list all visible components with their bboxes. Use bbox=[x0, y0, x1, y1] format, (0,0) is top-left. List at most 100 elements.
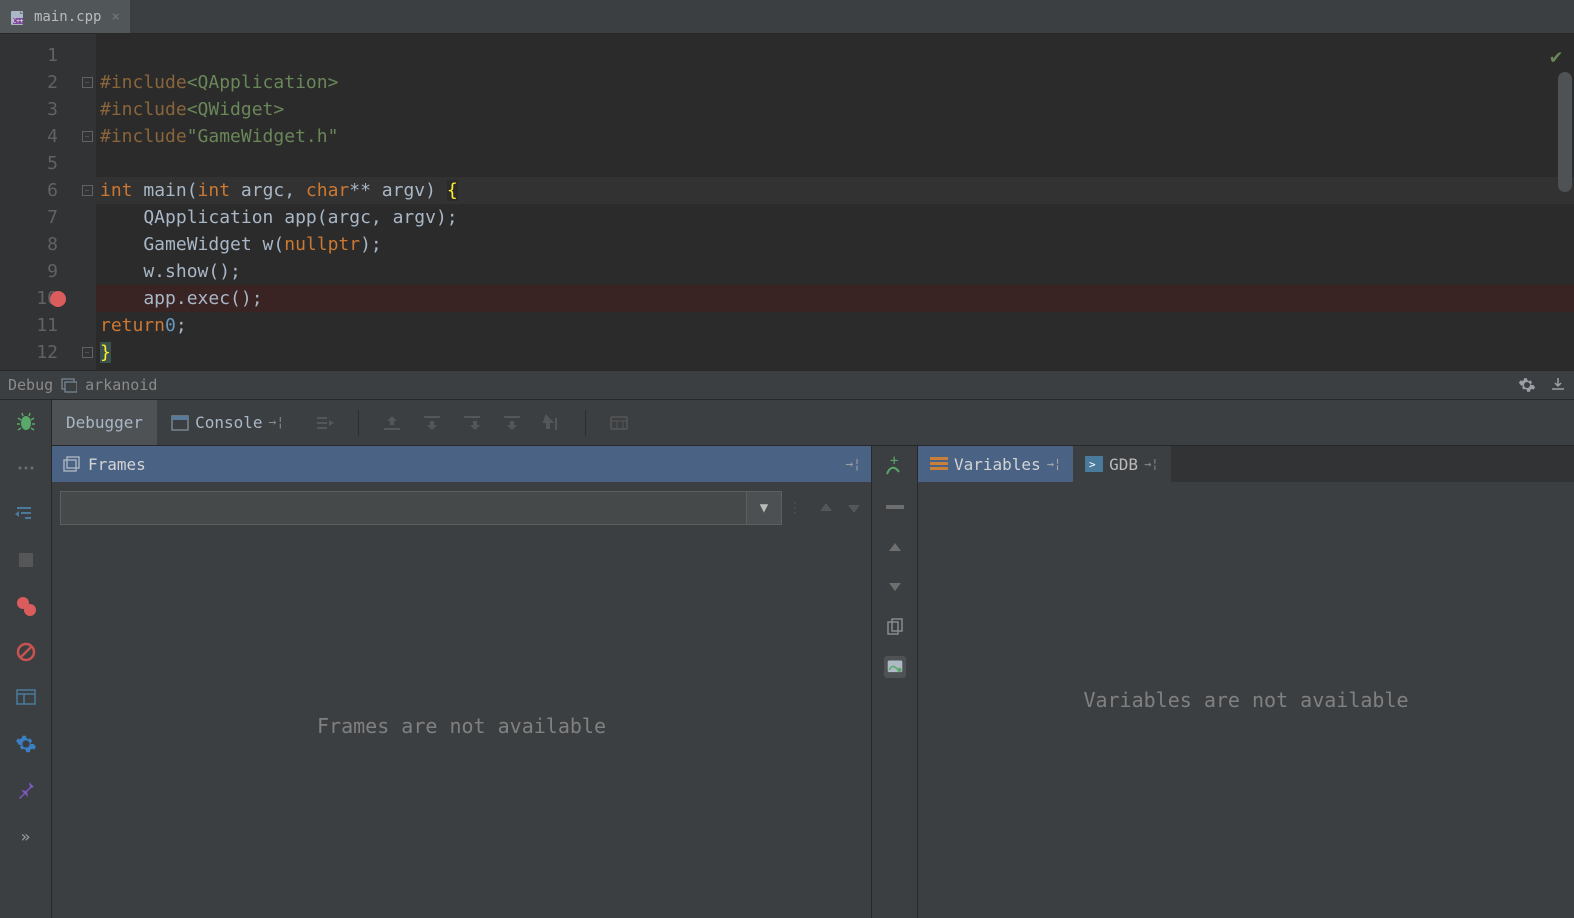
line-number[interactable]: 7 bbox=[0, 204, 78, 231]
debug-toolwindow-header: Debug arkanoid bbox=[0, 370, 1574, 400]
run-to-cursor-icon[interactable] bbox=[541, 412, 563, 434]
application-icon bbox=[61, 377, 77, 393]
code-line[interactable]: w.show(); bbox=[96, 258, 1574, 285]
line-number[interactable]: 9 bbox=[0, 258, 78, 285]
code-line[interactable]: int main(int argc, char** argv) { bbox=[96, 177, 1574, 204]
step-out-icon[interactable] bbox=[501, 412, 523, 434]
code-line[interactable]: } bbox=[96, 339, 1574, 366]
editor-tab-main-cpp[interactable]: C++ main.cpp × bbox=[0, 0, 130, 33]
code-line[interactable]: #include <QWidget> bbox=[96, 96, 1574, 123]
variables-toolbar: + bbox=[872, 446, 918, 918]
layout-icon[interactable] bbox=[14, 686, 38, 710]
mute-breakpoints-icon[interactable] bbox=[14, 640, 38, 664]
code-line[interactable] bbox=[96, 42, 1574, 69]
line-number[interactable]: 10 bbox=[0, 285, 78, 312]
gear-icon[interactable] bbox=[1518, 376, 1536, 394]
vertical-scrollbar[interactable] bbox=[1558, 72, 1572, 192]
tab-console[interactable]: Console →¦ bbox=[157, 400, 298, 445]
close-icon[interactable]: × bbox=[107, 9, 119, 25]
tab-variables[interactable]: Variables →¦ bbox=[918, 446, 1073, 482]
add-watch-icon[interactable]: + bbox=[884, 456, 906, 478]
settings-gear-icon[interactable] bbox=[14, 732, 38, 756]
debug-step-toolbar bbox=[298, 410, 630, 436]
fold-marker[interactable]: − bbox=[78, 177, 96, 204]
code-editor[interactable]: 123456789101112 −−−− #include <QApplicat… bbox=[0, 34, 1574, 370]
breakpoints-icon[interactable] bbox=[14, 594, 38, 618]
fold-marker bbox=[78, 42, 96, 69]
tab-debugger[interactable]: Debugger bbox=[52, 400, 157, 445]
show-execution-point-icon[interactable] bbox=[314, 412, 336, 434]
remove-watch-icon[interactable] bbox=[884, 496, 906, 518]
line-number[interactable]: 2 bbox=[0, 69, 78, 96]
thread-input[interactable] bbox=[60, 491, 746, 525]
line-number[interactable]: 5 bbox=[0, 150, 78, 177]
evaluate-expression-icon[interactable] bbox=[608, 412, 630, 434]
fold-marker bbox=[78, 231, 96, 258]
thread-selector[interactable]: ▼ bbox=[60, 491, 782, 525]
step-over-icon[interactable] bbox=[381, 412, 403, 434]
watch-up-icon[interactable] bbox=[884, 536, 906, 558]
step-indent-icon[interactable] bbox=[14, 502, 38, 526]
code-content[interactable]: #include <QApplication>#include <QWidget… bbox=[96, 34, 1574, 370]
detach-icon: →¦ bbox=[1047, 457, 1061, 471]
force-step-into-icon[interactable] bbox=[461, 412, 483, 434]
dotted-separator: ⋮ bbox=[788, 500, 801, 516]
watch-down-icon[interactable] bbox=[884, 576, 906, 598]
step-into-icon[interactable] bbox=[421, 412, 443, 434]
fold-marker bbox=[78, 204, 96, 231]
fold-marker bbox=[78, 285, 96, 312]
line-number[interactable]: 8 bbox=[0, 231, 78, 258]
fold-marker bbox=[78, 258, 96, 285]
frames-icon bbox=[62, 455, 80, 473]
frames-placeholder: Frames are not available bbox=[317, 714, 606, 738]
detach-icon[interactable]: →¦ bbox=[845, 457, 861, 472]
code-line[interactable] bbox=[96, 150, 1574, 177]
line-number[interactable]: 12 bbox=[0, 339, 78, 366]
code-line[interactable]: #include "GameWidget.h" bbox=[96, 123, 1574, 150]
line-number[interactable]: 3 bbox=[0, 96, 78, 123]
frame-up-icon[interactable] bbox=[817, 499, 835, 517]
frames-panel: Frames →¦ ▼ ⋮ Frames are not available bbox=[52, 446, 872, 918]
dropdown-button[interactable]: ▼ bbox=[746, 491, 782, 525]
line-number[interactable]: 4 bbox=[0, 123, 78, 150]
tab-gdb[interactable]: > GDB →¦ bbox=[1073, 446, 1170, 482]
show-watches-icon[interactable] bbox=[884, 656, 906, 678]
debug-panel: » Debugger Console →¦ bbox=[0, 400, 1574, 918]
debug-bug-icon[interactable] bbox=[14, 410, 38, 434]
debug-left-toolbar: » bbox=[0, 400, 52, 918]
pin-icon[interactable] bbox=[14, 778, 38, 802]
debug-label: Debug bbox=[8, 376, 53, 394]
download-icon[interactable] bbox=[1550, 376, 1566, 394]
fold-marker bbox=[78, 150, 96, 177]
code-line[interactable]: QApplication app(argc, argv); bbox=[96, 204, 1574, 231]
code-line[interactable]: app.exec(); bbox=[96, 285, 1574, 312]
tab-label: Debugger bbox=[66, 413, 143, 432]
dots-icon[interactable] bbox=[14, 456, 38, 480]
line-number[interactable]: 6 bbox=[0, 177, 78, 204]
detach-icon: →¦ bbox=[269, 415, 285, 430]
frames-list: Frames are not available bbox=[52, 534, 871, 918]
line-number[interactable]: 1 bbox=[0, 42, 78, 69]
breakpoint-marker[interactable] bbox=[50, 291, 66, 307]
variables-icon bbox=[930, 457, 948, 471]
line-number[interactable]: 11 bbox=[0, 312, 78, 339]
frames-panel-header: Frames →¦ bbox=[52, 446, 871, 482]
tab-label: main.cpp bbox=[34, 9, 101, 25]
code-line[interactable]: GameWidget w(nullptr); bbox=[96, 231, 1574, 258]
fold-marker[interactable]: − bbox=[78, 69, 96, 96]
check-icon: ✔ bbox=[1550, 44, 1562, 68]
debug-tab-bar: Debugger Console →¦ bbox=[52, 400, 1574, 446]
copy-watch-icon[interactable] bbox=[884, 616, 906, 638]
debug-main-area: Debugger Console →¦ bbox=[52, 400, 1574, 918]
terminal-icon: > bbox=[1085, 456, 1103, 472]
frame-down-icon[interactable] bbox=[845, 499, 863, 517]
fold-marker[interactable]: − bbox=[78, 339, 96, 366]
code-line[interactable]: #include <QApplication> bbox=[96, 69, 1574, 96]
stop-icon[interactable] bbox=[14, 548, 38, 572]
code-line[interactable]: return 0; bbox=[96, 312, 1574, 339]
debug-panels: Frames →¦ ▼ ⋮ Frames are not available bbox=[52, 446, 1574, 918]
project-name: arkanoid bbox=[85, 376, 157, 394]
fold-marker[interactable]: − bbox=[78, 123, 96, 150]
expand-icon[interactable]: » bbox=[14, 824, 38, 848]
cpp-file-icon: C++ bbox=[10, 8, 28, 26]
